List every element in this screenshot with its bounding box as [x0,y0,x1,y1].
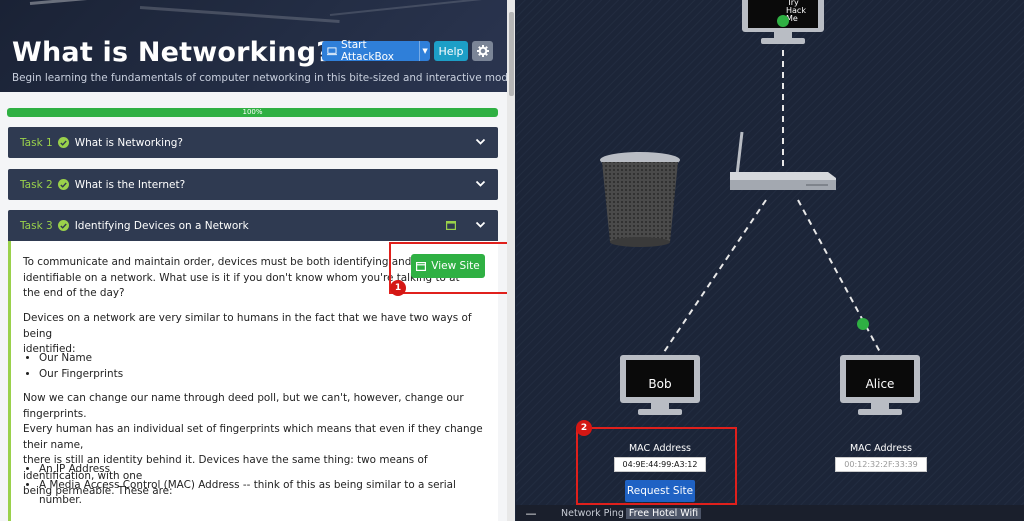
task-3-header[interactable]: Task 3 Identifying Devices on a Network [8,210,498,241]
task-2-header[interactable]: Task 2 What is the Internet? [8,169,498,200]
start-attackbox-button[interactable]: Start AttackBox ▼ [322,39,430,63]
alice-mac-field[interactable]: 00:12:32:2F:33:39 [835,457,927,472]
settings-button[interactable] [472,41,493,61]
gear-icon [476,45,489,57]
task-number: Task 2 [20,178,53,191]
trash-bin-icon[interactable] [600,152,680,247]
packet-dot [857,318,869,330]
text-line: Devices on a network are very similar to… [23,312,472,340]
room-progress-bar: 100% [7,108,498,117]
room-header: What is Networking? Begin learning the f… [0,0,507,92]
annotation-box-2 [576,427,737,505]
caret-down-icon[interactable]: ▼ [419,41,430,61]
task-1-header[interactable]: Task 1 What is Networking? [8,127,498,158]
window-icon[interactable] [446,221,456,230]
monitor-icon [327,46,337,55]
network-ping-tab[interactable]: Network Ping [561,508,624,519]
scrollbar-thumb[interactable] [509,12,514,96]
decorative-streak [29,0,150,5]
list-item: An IP Address [39,462,498,478]
task-number: Task 3 [20,219,53,232]
simulator-toolbar: — Network Ping Free Hotel Wifi [516,505,1024,521]
annotation-badge-1: 1 [390,280,406,296]
alice-label: Alice [865,377,895,391]
task-panel: What is Networking? Begin learning the f… [0,0,515,521]
decorative-streak [139,6,340,23]
annotation-badge-2: 2 [576,420,592,436]
annotation-box-1 [389,242,515,294]
help-button[interactable]: Help [434,41,468,61]
list-item: Our Name [39,351,123,367]
list-item: Our Fingerprints [39,367,123,383]
check-circle-icon [57,179,69,190]
minimize-button[interactable]: — [516,507,546,520]
bullet-list-1: Our Name Our Fingerprints [39,351,123,382]
chevron-down-icon[interactable] [475,219,486,230]
decorative-streak [329,0,500,16]
page-subtitle: Begin learning the fundamentals of compu… [12,72,507,84]
alice-mac-caption: MAC Address [849,443,912,454]
text-line: Now we can change our name through deed … [23,392,464,420]
text-line: Every human has an individual set of fin… [23,423,483,451]
bullet-list-2: An IP Address A Media Access Control (MA… [39,462,498,509]
bob-label: Bob [648,377,672,391]
task-name: Identifying Devices on a Network [74,219,249,232]
start-attackbox-label: Start AttackBox [340,39,394,63]
chevron-down-icon[interactable] [475,178,486,189]
check-circle-icon [57,137,69,148]
free-hotel-wifi-tab[interactable]: Free Hotel Wifi [625,507,702,519]
list-item: A Media Access Control (MAC) Address -- … [39,478,498,509]
check-circle-icon [57,220,69,231]
page-title: What is Networking? [12,37,333,68]
task-name: What is Networking? [74,136,183,149]
task-name: What is the Internet? [74,178,186,191]
progress-fill: 100% [7,108,498,117]
chevron-down-icon[interactable] [475,136,486,147]
task-number: Task 1 [20,136,53,149]
network-simulator: Try Hack Me Bob Alice MAC Address 04:9E:… [516,0,1024,521]
